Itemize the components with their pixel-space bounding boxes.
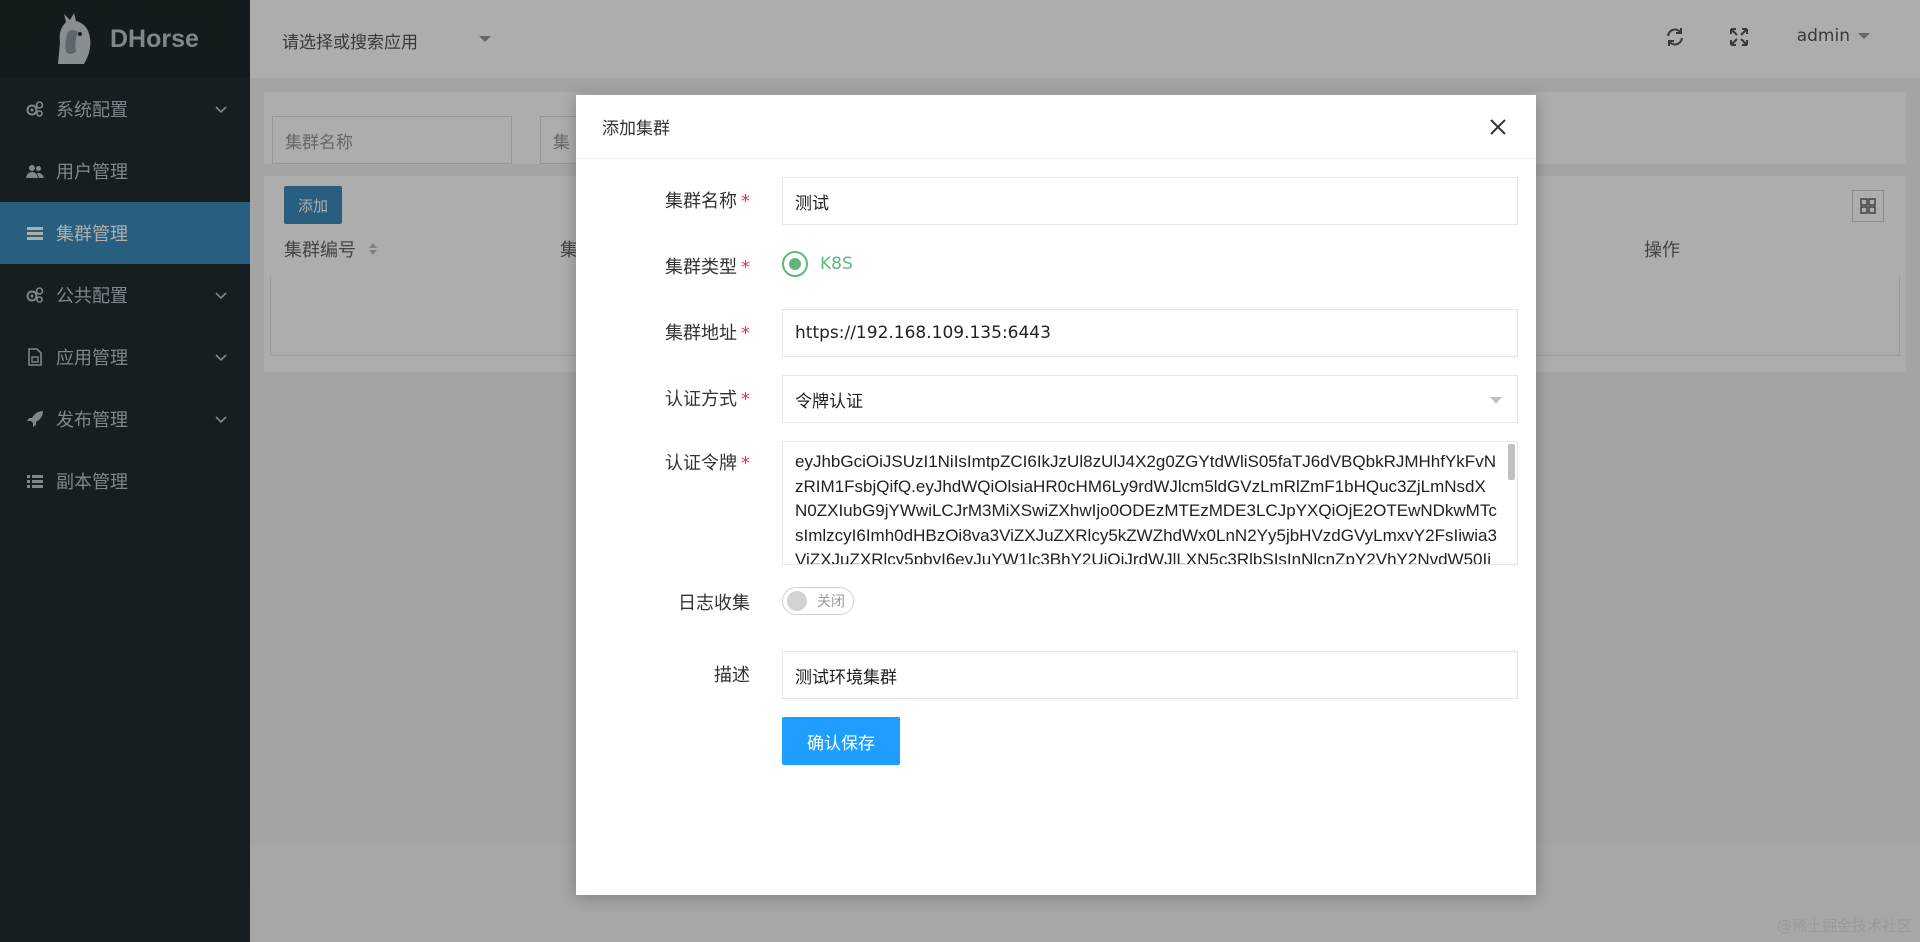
modal-title: 添加集群 — [602, 119, 670, 139]
required-mark: * — [741, 453, 750, 474]
form-row-actions: 确认保存 — [576, 717, 1536, 765]
switch-text: 关闭 — [817, 594, 845, 610]
form-row-auth-method: 认证方式 * 令牌认证 — [576, 375, 1536, 423]
caret-down-icon — [1490, 397, 1502, 404]
auth-method-label: 认证方式 * — [665, 385, 750, 411]
modal-header: 添加集群 — [576, 95, 1536, 159]
watermark: @稀土掘金技术社区 — [1776, 917, 1912, 935]
required-mark: * — [741, 257, 750, 278]
cluster-type-radio-k8s[interactable]: K8S — [782, 251, 853, 277]
auth-token-textarea[interactable]: eyJhbGciOiJSUzI1NiIsImtpZCI6IkJzUl8zUlJ4… — [782, 441, 1518, 565]
required-mark: * — [741, 323, 750, 344]
form-row-auth-token: 认证令牌 * eyJhbGciOiJSUzI1NiIsImtpZCI6IkJzUl… — [576, 441, 1536, 565]
label-text: 集群地址 — [665, 323, 737, 344]
cluster-address-input[interactable]: https://192.168.109.135:6443 — [782, 309, 1518, 357]
cluster-name-input[interactable]: 测试 — [782, 177, 1518, 225]
form-row-cluster-type: 集群类型 * K8S — [576, 243, 1536, 291]
auth-token-label: 认证令牌 * — [665, 449, 750, 475]
form-row-description: 描述 测试环境集群 — [576, 651, 1536, 699]
label-text: 认证令牌 — [665, 453, 737, 474]
auth-method-select[interactable]: 令牌认证 — [782, 375, 1518, 423]
required-mark: * — [741, 191, 750, 212]
add-cluster-modal: 添加集群 集群名称 * 测试 集群类型 * K8S 集群地址 * https://19… — [576, 95, 1536, 895]
label-text: 集群名称 — [665, 191, 737, 212]
radio-checked-icon — [782, 251, 808, 277]
form-row-log-collect: 日志收集 关闭 — [576, 585, 1536, 625]
required-mark: * — [741, 389, 750, 410]
auth-token-value: eyJhbGciOiJSUzI1NiIsImtpZCI6IkJzUl8zUlJ4… — [795, 452, 1497, 565]
switch-knob — [787, 591, 807, 611]
log-collect-switch[interactable]: 关闭 — [782, 587, 854, 615]
label-text: 认证方式 — [665, 389, 737, 410]
radio-label: K8S — [820, 254, 853, 274]
cluster-type-label: 集群类型 * — [665, 253, 750, 279]
cluster-name-label: 集群名称 * — [665, 187, 750, 213]
form-row-cluster-name: 集群名称 * 测试 — [576, 177, 1536, 225]
form-row-cluster-address: 集群地址 * https://192.168.109.135:6443 — [576, 309, 1536, 357]
description-input[interactable]: 测试环境集群 — [782, 651, 1518, 699]
close-icon[interactable] — [1488, 117, 1508, 137]
label-text: 集群类型 — [665, 257, 737, 278]
auth-method-value: 令牌认证 — [795, 391, 863, 412]
cluster-address-label: 集群地址 * — [665, 319, 750, 345]
textarea-scrollbar[interactable] — [1508, 444, 1515, 480]
save-button[interactable]: 确认保存 — [782, 717, 900, 765]
log-collect-label: 日志收集 — [678, 593, 750, 614]
description-label: 描述 — [714, 665, 750, 686]
